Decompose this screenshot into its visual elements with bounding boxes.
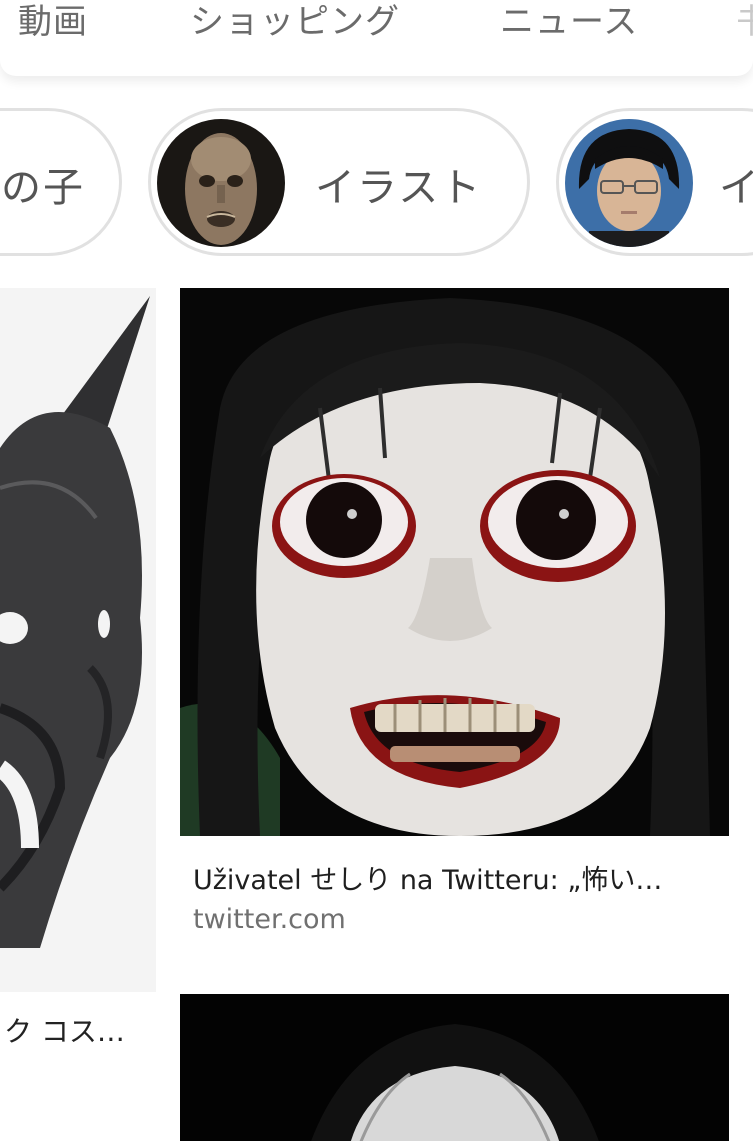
result-card-oni-mask[interactable]: ク コス… bbox=[0, 288, 156, 1048]
search-tabs-bar: 動画 ショッピング ニュース 书 bbox=[0, 0, 753, 76]
result-card-dark-figure[interactable] bbox=[180, 994, 729, 1141]
tab-news[interactable]: ニュース bbox=[500, 0, 638, 43]
result-card-doll[interactable]: Uživatel せしり na Twitteru: „怖い… twitter.c… bbox=[180, 288, 730, 935]
result-caption[interactable]: ク コス… bbox=[4, 1010, 125, 1050]
result-source[interactable]: twitter.com bbox=[193, 904, 346, 935]
related-chip-person[interactable]: イ bbox=[556, 108, 753, 256]
chip-thumbnail bbox=[565, 119, 693, 247]
result-title[interactable]: Uživatel せしり na Twitteru: „怖い… bbox=[193, 858, 662, 897]
chip-label: イラスト bbox=[315, 165, 483, 211]
chip-thumbnail bbox=[157, 119, 285, 247]
tab-videos[interactable]: 動画 bbox=[18, 0, 88, 43]
result-thumbnail[interactable] bbox=[180, 994, 729, 1141]
chip-label: イ bbox=[719, 155, 753, 213]
tab-books[interactable]: 书 bbox=[736, 0, 753, 43]
result-thumbnail[interactable] bbox=[0, 288, 156, 992]
related-chip-illustration[interactable]: イラスト bbox=[148, 108, 530, 256]
chip-label: の子 bbox=[1, 165, 85, 211]
image-search-results: 動画 ショッピング ニュース 书 の子 イラスト bbox=[0, 0, 753, 1141]
tab-shopping[interactable]: ショッピング bbox=[190, 0, 400, 43]
related-chip-child[interactable]: の子 bbox=[0, 108, 122, 256]
result-thumbnail[interactable] bbox=[180, 288, 729, 836]
